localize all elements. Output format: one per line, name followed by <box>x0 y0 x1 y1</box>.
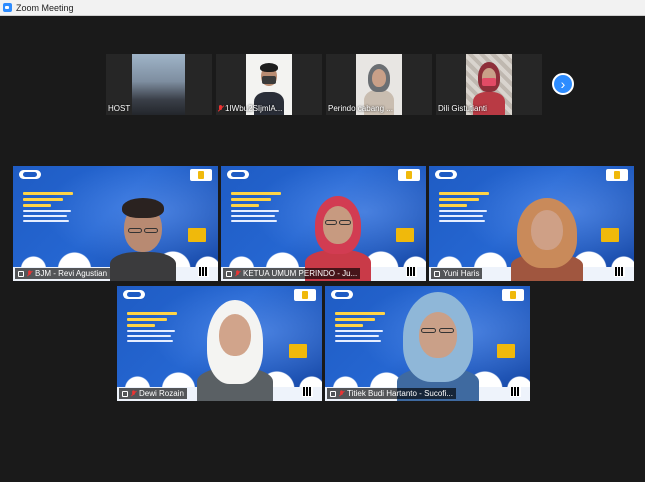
organization-logo <box>331 290 353 299</box>
date-box <box>396 228 414 242</box>
strip-tile-host[interactable]: HOST <box>106 54 212 115</box>
participant-name: Dili Gistutianti <box>438 104 487 113</box>
participant-icon <box>226 270 232 277</box>
strip-tile-participant-2[interactable]: 1IWbu2SIjmlA... <box>216 54 322 115</box>
strip-tile-participant-4[interactable]: Dili Gistutianti <box>436 54 542 115</box>
window-titlebar: Zoom Meeting <box>0 0 645 16</box>
date-box <box>289 344 307 358</box>
slide-text-block <box>23 192 81 225</box>
participant-name: Perindo cabang ... <box>328 104 393 113</box>
participant-icon <box>122 390 128 397</box>
participant-name-text: Yuni Haris <box>443 269 480 278</box>
gallery-tile-2[interactable]: KETUA UMUM PERINDO - Ju... <box>221 166 426 281</box>
organization-logo <box>19 170 41 179</box>
next-page-button[interactable]: › <box>552 73 574 95</box>
slide-text-block <box>127 312 185 345</box>
qr-code <box>406 266 417 277</box>
participant-video <box>108 196 178 281</box>
badge-logo <box>606 169 628 181</box>
participant-name: 1IWbu2SIjmlA... <box>218 104 282 113</box>
participant-name-text: KETUA UMUM PERINDO - Ju... <box>243 269 358 278</box>
participant-name-text: 1IWbu2SIjmlA... <box>225 104 283 113</box>
participant-video <box>509 196 585 281</box>
video-feed <box>132 54 185 115</box>
strip-tile-participant-3[interactable]: Perindo cabang ... <box>326 54 432 115</box>
participant-name: HOST <box>108 104 130 113</box>
badge-logo <box>190 169 212 181</box>
participant-name-text: Perindo cabang ... <box>328 104 393 113</box>
mic-muted-icon <box>339 390 344 396</box>
mic-muted-icon <box>218 105 223 112</box>
gallery-tile-1[interactable]: BJM - Revi Agustian <box>13 166 218 281</box>
date-box <box>497 344 515 358</box>
participant-icon <box>330 390 336 397</box>
participant-name-text: Titiek Budi Hartanto - Sucofi... <box>347 389 453 398</box>
badge-logo <box>398 169 420 181</box>
qr-code <box>198 266 209 277</box>
gallery-tile-4[interactable]: Dewi Rozain <box>117 286 322 401</box>
slide-text-block <box>335 312 393 345</box>
participant-name: Dewi Rozain <box>119 388 187 399</box>
gallery-tile-3[interactable]: Yuni Haris <box>429 166 634 281</box>
qr-code <box>510 386 521 397</box>
participant-name: KETUA UMUM PERINDO - Ju... <box>223 268 361 279</box>
zoom-app-icon <box>3 3 12 12</box>
participant-icon <box>434 270 440 277</box>
participant-video <box>195 298 275 401</box>
qr-code <box>302 386 313 397</box>
participant-name-text: HOST <box>108 104 131 113</box>
window-title: Zoom Meeting <box>16 2 74 13</box>
participant-video <box>395 290 481 401</box>
mic-muted-icon <box>131 390 136 396</box>
slide-text-block <box>231 192 289 225</box>
badge-logo <box>502 289 524 301</box>
participant-name: BJM - Revi Agustian <box>15 268 111 279</box>
participant-name-text: BJM - Revi Agustian <box>35 269 108 278</box>
gallery-tile-5[interactable]: Titiek Budi Hartanto - Sucofi... <box>325 286 530 401</box>
participant-name: Yuni Haris <box>431 268 483 279</box>
organization-logo <box>435 170 457 179</box>
participant-name-text: Dewi Rozain <box>139 389 184 398</box>
participant-name-text: Dili Gistutianti <box>438 104 487 113</box>
participant-name: Titiek Budi Hartanto - Sucofi... <box>327 388 456 399</box>
date-box <box>601 228 619 242</box>
mic-muted-icon <box>27 270 32 276</box>
date-box <box>188 228 206 242</box>
qr-code <box>614 266 625 277</box>
mic-muted-icon <box>235 270 240 276</box>
participant-icon <box>18 270 24 277</box>
organization-logo <box>227 170 249 179</box>
chevron-right-icon: › <box>560 76 566 92</box>
badge-logo <box>294 289 316 301</box>
organization-logo <box>123 290 145 299</box>
slide-text-block <box>439 192 497 225</box>
